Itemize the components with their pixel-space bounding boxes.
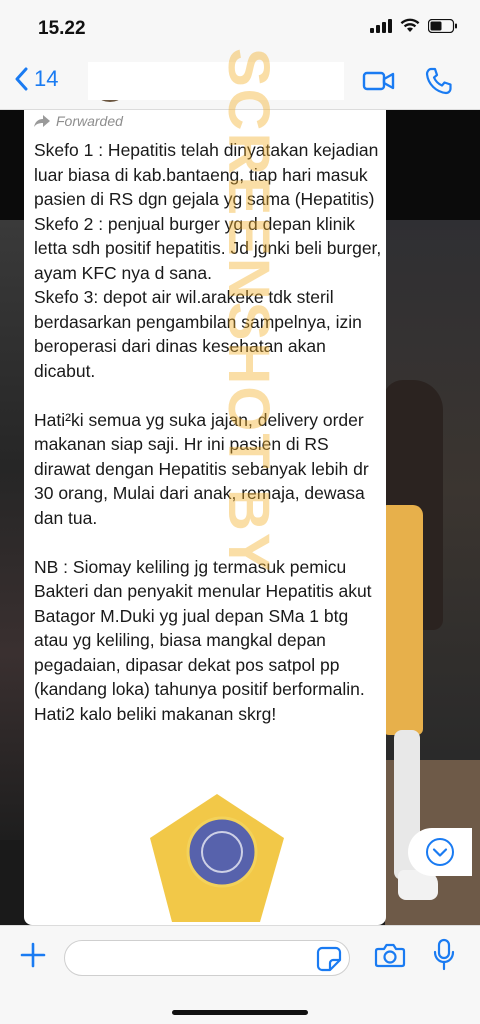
- back-button[interactable]: 14: [14, 66, 58, 92]
- battery-icon: [428, 18, 457, 33]
- chevron-down-circle-icon: [426, 838, 454, 866]
- watermark-badge-icon: [150, 794, 284, 922]
- message-text: Skefo 1 : Hepatitis telah dinyatakan kej…: [34, 140, 382, 724]
- compose-bar: [0, 925, 480, 1024]
- message-input[interactable]: [64, 940, 350, 976]
- watermark-text: SCREENSHOT BY: [216, 48, 281, 574]
- unread-count: 14: [34, 66, 59, 91]
- forward-arrow-icon: [34, 115, 50, 127]
- home-indicator: [172, 1010, 308, 1015]
- sticker-icon[interactable]: [316, 946, 342, 972]
- wifi-icon: [400, 18, 420, 32]
- microphone-icon[interactable]: [432, 938, 456, 972]
- scroll-to-bottom-button[interactable]: [408, 828, 472, 876]
- phone-icon[interactable]: [424, 66, 454, 96]
- forwarded-text: Forwarded: [56, 113, 123, 129]
- signal-icon: [370, 18, 392, 33]
- plus-icon[interactable]: [18, 940, 48, 970]
- forwarded-label: Forwarded: [34, 113, 123, 129]
- status-bar: 15.22: [0, 0, 480, 52]
- camera-icon[interactable]: [374, 940, 406, 970]
- status-icons: [370, 18, 458, 33]
- video-call-icon[interactable]: [362, 66, 396, 96]
- chevron-left-icon: [15, 67, 28, 91]
- status-time: 15.22: [38, 18, 86, 39]
